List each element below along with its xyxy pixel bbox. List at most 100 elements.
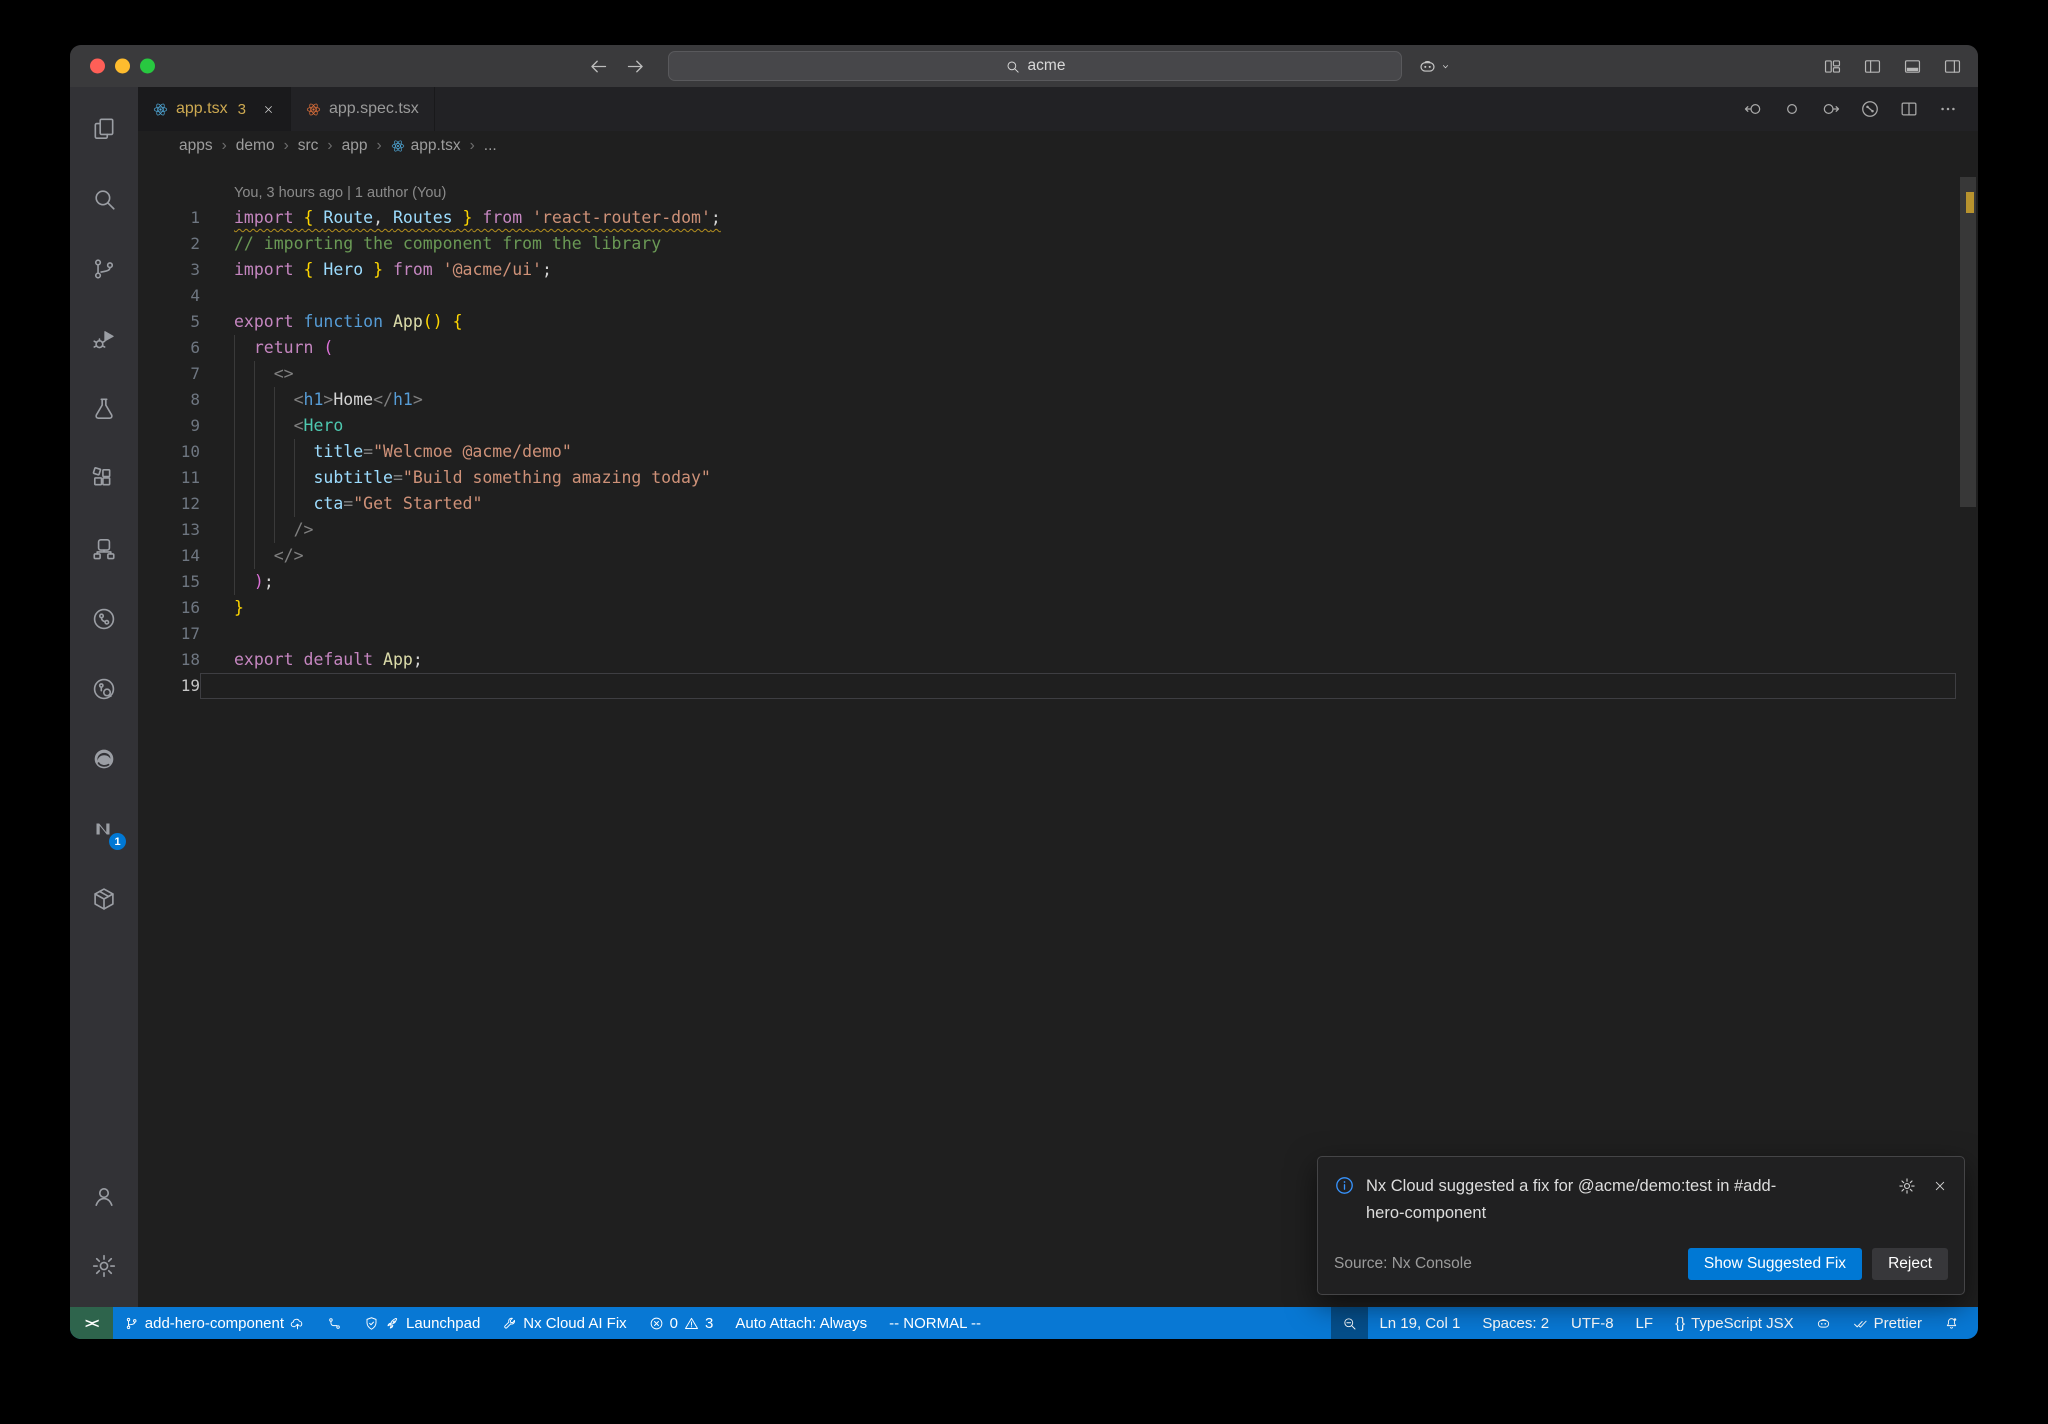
commit-graph-icon[interactable] bbox=[1860, 99, 1880, 119]
chevron-down-icon bbox=[1439, 60, 1452, 73]
code-line-9[interactable]: 9 <Hero bbox=[138, 413, 1978, 439]
customize-layout-button[interactable] bbox=[1823, 57, 1842, 76]
more-actions-icon[interactable] bbox=[1938, 99, 1958, 119]
breadcrumb-item-demo[interactable]: demo bbox=[236, 137, 275, 155]
error-icon bbox=[649, 1316, 664, 1331]
notification-close-icon[interactable] bbox=[1932, 1177, 1948, 1195]
tab-close-icon[interactable] bbox=[262, 103, 275, 116]
activity-item-run-and-debug[interactable] bbox=[88, 323, 120, 355]
toggle-secondary-sidebar-button[interactable] bbox=[1943, 57, 1962, 76]
encoding[interactable]: UTF-8 bbox=[1560, 1307, 1625, 1339]
activity-item-settings[interactable] bbox=[88, 1250, 120, 1282]
activity-item-extensions[interactable] bbox=[88, 463, 120, 495]
copilot-menu[interactable] bbox=[1418, 45, 1452, 87]
navigate-previous-change-icon[interactable] bbox=[1743, 99, 1763, 119]
code-line-2[interactable]: 2// importing the component from the lib… bbox=[138, 231, 1978, 257]
code-line-14[interactable]: 14 </> bbox=[138, 543, 1978, 569]
code-line-1[interactable]: 1 import { Route, Routes } from 'react-ro… bbox=[138, 205, 1978, 231]
activity-item-search[interactable] bbox=[88, 183, 120, 215]
breadcrumb-separator: › bbox=[327, 137, 333, 154]
navigate-forward-button[interactable] bbox=[625, 56, 646, 77]
activity-item-nx-console[interactable]: 1 bbox=[88, 813, 126, 850]
vim-mode-indicator[interactable]: -- NORMAL -- bbox=[878, 1307, 992, 1339]
code-line-15[interactable]: 15 ); bbox=[138, 569, 1978, 595]
navigate-next-change-icon[interactable] bbox=[1821, 99, 1841, 119]
activity-item-accounts[interactable] bbox=[88, 1180, 120, 1212]
activity-item-edge-browser[interactable] bbox=[88, 743, 120, 775]
code-line-12[interactable]: 12 cta="Get Started" bbox=[138, 491, 1978, 517]
show-suggested-fix-button[interactable]: Show Suggested Fix bbox=[1687, 1248, 1863, 1280]
eol[interactable]: LF bbox=[1625, 1307, 1665, 1339]
code-line-6[interactable]: 6 return ( bbox=[138, 335, 1978, 361]
minimize-window-button[interactable] bbox=[115, 58, 130, 74]
workbench: 1 app.tsx 3 app.spec.tsx apps › demo › src › app… bbox=[70, 87, 1978, 1307]
command-center-search[interactable]: acme bbox=[668, 51, 1402, 81]
activity-item-project-structure[interactable] bbox=[88, 533, 120, 565]
launchpad-button[interactable]: Launchpad bbox=[353, 1307, 491, 1339]
activity-item-source-control[interactable] bbox=[88, 253, 120, 285]
auto-attach-status[interactable]: Auto Attach: Always bbox=[724, 1307, 878, 1339]
indent-guide bbox=[234, 439, 235, 465]
activity-item-package-explorer[interactable] bbox=[88, 883, 120, 915]
indent-guide bbox=[253, 361, 255, 387]
cursor-position[interactable]: Ln 19, Col 1 bbox=[1368, 1307, 1471, 1339]
split-editor-icon[interactable] bbox=[1899, 99, 1919, 119]
copilot-status[interactable] bbox=[1805, 1307, 1842, 1339]
breadcrumb-item-...[interactable]: ... bbox=[484, 137, 497, 155]
code-editor[interactable]: You, 3 hours ago | 1 author (You) 1 import… bbox=[138, 161, 1978, 1307]
git-graph-button[interactable] bbox=[316, 1307, 353, 1339]
indent-guide bbox=[273, 465, 275, 491]
code-line-10[interactable]: 10 title="Welcmoe @acme/demo" bbox=[138, 439, 1978, 465]
indent-guide bbox=[234, 491, 235, 517]
close-window-button[interactable] bbox=[90, 58, 105, 74]
zoom-window-button[interactable] bbox=[140, 58, 155, 74]
remote-indicator[interactable]: >< bbox=[70, 1307, 113, 1339]
code-line-18[interactable]: 18 export default App; bbox=[138, 647, 1978, 673]
line-number: 2 bbox=[190, 234, 200, 253]
indentation[interactable]: Spaces: 2 bbox=[1471, 1307, 1560, 1339]
change-indicator-icon[interactable] bbox=[1782, 99, 1802, 119]
activity-item-gitlens-inspect[interactable] bbox=[88, 673, 120, 705]
breadcrumb-item-src[interactable]: src bbox=[298, 137, 319, 155]
notifications[interactable] bbox=[1933, 1307, 1970, 1339]
code-line-7[interactable]: 7 <> bbox=[138, 361, 1978, 387]
code-line-3[interactable]: 3 import { Hero } from '@acme/ui'; bbox=[138, 257, 1978, 283]
code-line-8[interactable]: 8 <h1>Home</h1> bbox=[138, 387, 1978, 413]
code-line-13[interactable]: 13 /> bbox=[138, 517, 1978, 543]
code-line-4[interactable]: 4 bbox=[138, 283, 1978, 309]
code-line-16[interactable]: 16} bbox=[138, 595, 1978, 621]
overview-warning-marker bbox=[1966, 192, 1974, 213]
code-line-19[interactable]: 19 bbox=[138, 673, 1978, 699]
editor-scrollbar[interactable] bbox=[1958, 161, 1978, 1307]
status-bar: >< add-hero-component Launchpad Nx Cloud AI… bbox=[70, 1307, 1978, 1339]
blame-annotation: You, 3 hours ago | 1 author (You) bbox=[234, 185, 447, 201]
breadcrumb-item-apps[interactable]: apps bbox=[179, 137, 213, 155]
breadcrumb-item-app.tsx[interactable]: app.tsx bbox=[391, 137, 461, 155]
code-line-17[interactable]: 17 bbox=[138, 621, 1978, 647]
nx-cloud-ai-fix-button[interactable]: Nx Cloud AI Fix bbox=[491, 1307, 637, 1339]
code-content: You, 3 hours ago | 1 author (You) 1 import… bbox=[138, 161, 1978, 699]
activity-item-testing[interactable] bbox=[88, 393, 120, 425]
tab-app.spec.tsx[interactable]: app.spec.tsx bbox=[291, 87, 435, 131]
problems-status[interactable]: 03 bbox=[638, 1307, 725, 1339]
toggle-panel-button[interactable] bbox=[1903, 57, 1922, 76]
reject-button[interactable]: Reject bbox=[1872, 1248, 1948, 1280]
breadcrumb-item-app[interactable]: app bbox=[342, 137, 368, 155]
line-number: 19 bbox=[180, 676, 200, 695]
breadcrumb-separator: › bbox=[469, 137, 475, 154]
breadcrumb: apps › demo › src › app › app.tsx ›... bbox=[138, 131, 1978, 161]
git-branch-status[interactable]: add-hero-component bbox=[113, 1307, 316, 1339]
notification-settings-gear-icon[interactable] bbox=[1898, 1177, 1916, 1195]
activity-item-explorer[interactable] bbox=[88, 113, 120, 145]
prettier-status[interactable]: Prettier bbox=[1842, 1307, 1933, 1339]
code-line-11[interactable]: 11 subtitle="Build something amazing tod… bbox=[138, 465, 1978, 491]
language-mode[interactable]: {} TypeScript JSX bbox=[1664, 1307, 1805, 1339]
navigate-back-button[interactable] bbox=[588, 56, 609, 77]
toggle-primary-sidebar-button[interactable] bbox=[1863, 57, 1882, 76]
activity-item-gitlens[interactable] bbox=[88, 603, 120, 635]
zoom-indicator[interactable] bbox=[1331, 1307, 1369, 1339]
tab-app.tsx[interactable]: app.tsx 3 bbox=[138, 87, 291, 131]
code-line-5[interactable]: 5 export function App() { bbox=[138, 309, 1978, 335]
scrollbar-slider[interactable] bbox=[1960, 177, 1976, 507]
copilot-icon bbox=[1816, 1316, 1831, 1331]
